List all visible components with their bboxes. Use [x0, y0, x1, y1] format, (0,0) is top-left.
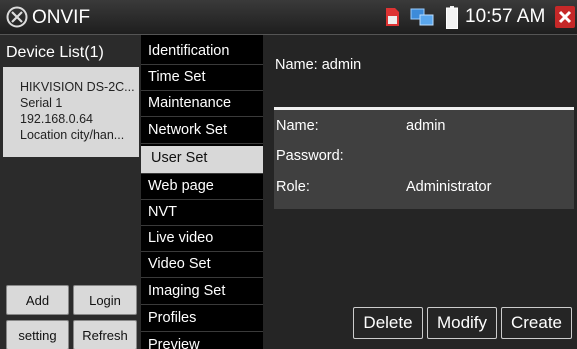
menu-item-live-video[interactable]: Live video: [141, 226, 263, 252]
device-list-title: Device List(1): [6, 44, 104, 61]
selected-user-header[interactable]: Name: admin: [275, 57, 361, 73]
device-ip: 192.168.0.64: [20, 112, 93, 126]
user-details-table: Name: admin Password: Role: Administrato…: [274, 110, 574, 209]
create-button[interactable]: Create: [501, 307, 572, 339]
clock: 10:57 AM: [465, 6, 546, 27]
close-button[interactable]: [555, 6, 575, 28]
name-label: Name:: [276, 118, 319, 134]
network-icon: [410, 8, 434, 26]
close-icon: [558, 10, 572, 24]
menu-item-nvt[interactable]: NVT: [141, 200, 263, 226]
user-set-panel: Name: admin Name: admin Password: Role: …: [263, 35, 577, 349]
add-button[interactable]: Add: [6, 285, 69, 315]
menu-item-web-page[interactable]: Web page: [141, 174, 263, 200]
menu-item-preview[interactable]: Preview: [141, 333, 263, 349]
device-list-panel: Device List(1) HIKVISION DS-2C... Serial…: [0, 35, 141, 349]
menu-item-maintenance[interactable]: Maintenance: [141, 91, 263, 117]
menu-item-network-set[interactable]: Network Set: [141, 118, 263, 144]
menu-item-time-set[interactable]: Time Set: [141, 65, 263, 91]
menu-item-user-set[interactable]: User Set: [141, 146, 263, 174]
device-serial: Serial 1: [20, 96, 63, 110]
password-label: Password:: [276, 148, 344, 164]
app-title: ONVIF: [32, 7, 91, 28]
battery-icon: [446, 6, 458, 29]
status-bar: ONVIF 10:57 AM: [0, 0, 577, 35]
role-value: Administrator: [406, 179, 492, 195]
onvif-logo-icon: [6, 6, 28, 28]
setting-button[interactable]: setting: [6, 320, 69, 349]
login-button[interactable]: Login: [73, 285, 137, 315]
refresh-button[interactable]: Refresh: [73, 320, 137, 349]
modify-button[interactable]: Modify: [427, 307, 497, 339]
device-list-item[interactable]: HIKVISION DS-2C... Serial 1 192.168.0.64…: [3, 67, 139, 157]
name-value: admin: [406, 118, 446, 134]
menu-item-video-set[interactable]: Video Set: [141, 252, 263, 278]
device-model: HIKVISION DS-2C...: [20, 80, 135, 94]
role-label: Role:: [276, 179, 310, 195]
sd-card-icon: [386, 8, 399, 26]
menu-item-identification[interactable]: Identification: [141, 39, 263, 65]
delete-button[interactable]: Delete: [353, 307, 423, 339]
menu-item-profiles[interactable]: Profiles: [141, 306, 263, 332]
device-location: Location city/han...: [20, 128, 125, 142]
settings-menu: Identification Time Set Maintenance Netw…: [141, 35, 263, 349]
menu-item-imaging-set[interactable]: Imaging Set: [141, 279, 263, 305]
